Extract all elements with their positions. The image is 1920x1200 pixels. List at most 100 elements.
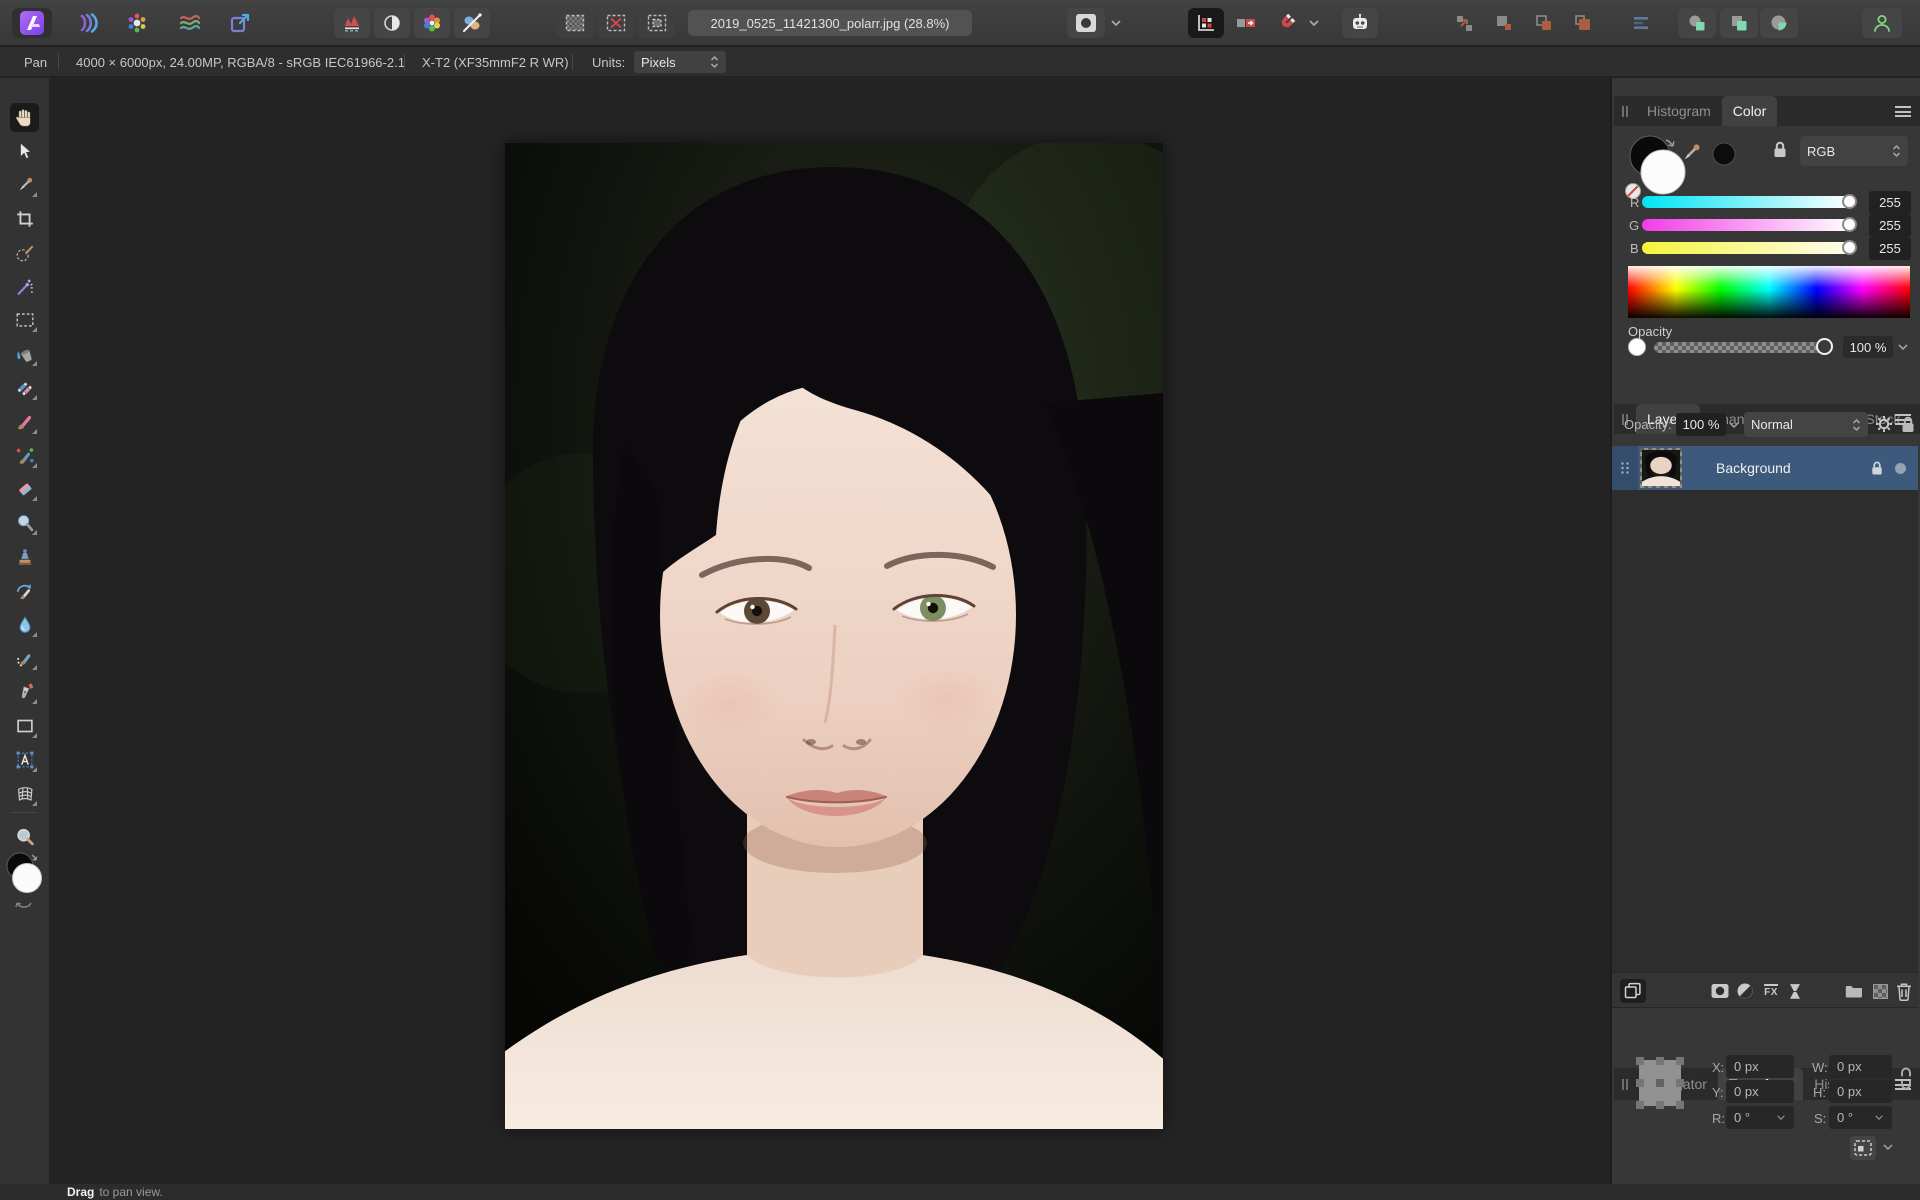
- force-pixel-alignment-button[interactable]: [1188, 8, 1224, 38]
- move-whole-pixels-button[interactable]: [1228, 8, 1264, 38]
- rectangular-marquee-tool[interactable]: [10, 305, 39, 334]
- layer-visibility-dot[interactable]: [1895, 463, 1906, 474]
- slider-r-value[interactable]: 255: [1869, 191, 1911, 214]
- undo-brush-tool[interactable]: [10, 576, 39, 605]
- quick-mask-button[interactable]: [1067, 8, 1105, 38]
- chevron-down-icon[interactable]: [1728, 421, 1740, 429]
- document-title-pill[interactable]: 2019_0525_11421300_polarr.jpg (28.8%): [688, 10, 972, 36]
- adjustment-layer-button[interactable]: [1732, 979, 1758, 1003]
- opacity-track[interactable]: [1654, 342, 1830, 353]
- fg-bg-color-swatches[interactable]: [1620, 130, 1740, 200]
- dodge-brush-tool[interactable]: [10, 508, 39, 537]
- opacity-value[interactable]: 100 %: [1843, 336, 1893, 358]
- paint-brush-tool[interactable]: [10, 407, 39, 436]
- color-replacement-brush-tool[interactable]: [10, 441, 39, 470]
- move-to-back-button[interactable]: [1447, 8, 1481, 38]
- link-dimensions-icon[interactable]: [1900, 1066, 1912, 1092]
- layers-list-empty-area[interactable]: [1612, 490, 1918, 972]
- quick-mask-dropdown[interactable]: [1107, 8, 1125, 38]
- color-spectrum-picker[interactable]: [1628, 266, 1910, 318]
- transform-origin-button[interactable]: [1850, 1136, 1876, 1160]
- forward-one-button[interactable]: [1527, 8, 1561, 38]
- snapping-dropdown[interactable]: [1305, 8, 1323, 38]
- invert-button[interactable]: [1782, 979, 1808, 1003]
- invert-selection-button[interactable]: [639, 8, 675, 38]
- slider-g-track[interactable]: [1642, 219, 1852, 231]
- hamburger-menu-icon[interactable]: [1895, 106, 1911, 117]
- deselect-button[interactable]: [598, 8, 634, 38]
- delete-layer-button[interactable]: [1891, 979, 1917, 1003]
- gear-icon[interactable]: [1874, 414, 1894, 434]
- s-field[interactable]: 0 °: [1829, 1106, 1892, 1129]
- tone-mapping-persona-button[interactable]: [119, 8, 155, 38]
- tab-histogram[interactable]: Histogram: [1636, 96, 1722, 126]
- pen-tool[interactable]: [10, 677, 39, 706]
- auto-levels-button[interactable]: [334, 8, 370, 38]
- mesh-warp-tool[interactable]: [10, 779, 39, 808]
- slider-g-value[interactable]: 255: [1869, 214, 1911, 237]
- layers-opacity-value[interactable]: 100 %: [1676, 413, 1726, 436]
- document-photo[interactable]: [505, 143, 1163, 1129]
- layer-row-background[interactable]: Background: [1612, 446, 1918, 490]
- blur-tool[interactable]: [10, 610, 39, 639]
- smudge-tool[interactable]: [10, 643, 39, 672]
- geometry-add-button[interactable]: [1678, 8, 1716, 38]
- compare-snapshots-button[interactable]: [1620, 979, 1646, 1003]
- liquify-persona-button[interactable]: [172, 8, 208, 38]
- h-field[interactable]: 0 px: [1829, 1080, 1892, 1103]
- live-filter-button[interactable]: FX: [1758, 979, 1784, 1003]
- panel-drag-handle[interactable]: [1622, 106, 1630, 117]
- slider-b-value[interactable]: 255: [1869, 237, 1911, 260]
- lock-icon[interactable]: [1772, 140, 1788, 160]
- y-field[interactable]: 0 px: [1726, 1080, 1794, 1103]
- flood-select-tool[interactable]: [10, 272, 39, 301]
- slider-b-track[interactable]: [1642, 242, 1852, 254]
- move-tool[interactable]: [10, 136, 39, 165]
- chevron-down-icon[interactable]: [1882, 1143, 1894, 1151]
- slider-r-knob[interactable]: [1842, 194, 1857, 209]
- opacity-knob[interactable]: [1816, 338, 1833, 355]
- mask-layer-button[interactable]: [1707, 979, 1733, 1003]
- layer-drag-grip[interactable]: [1612, 446, 1638, 490]
- slider-g-knob[interactable]: [1842, 217, 1857, 232]
- layer-lock-icon[interactable]: [1870, 460, 1884, 477]
- view-tool[interactable]: [10, 103, 39, 132]
- alignment-button[interactable]: [1624, 8, 1658, 38]
- assistant-button[interactable]: [1342, 8, 1378, 38]
- back-one-button[interactable]: [1487, 8, 1521, 38]
- develop-persona-button[interactable]: [69, 8, 105, 38]
- units-select[interactable]: Pixels: [634, 51, 726, 73]
- crop-tool[interactable]: [10, 204, 39, 233]
- color-well[interactable]: [2, 848, 47, 938]
- canvas-viewport[interactable]: [49, 78, 1610, 1184]
- move-to-front-button[interactable]: [1566, 8, 1600, 38]
- select-all-button[interactable]: [557, 8, 593, 38]
- clone-stamp-tool[interactable]: [10, 542, 39, 571]
- geometry-intersect-button[interactable]: [1760, 8, 1798, 38]
- new-pixel-layer-button[interactable]: [1867, 979, 1893, 1003]
- geometry-subtract-button[interactable]: [1720, 8, 1758, 38]
- auto-contrast-button[interactable]: [374, 8, 410, 38]
- gradient-tool[interactable]: [10, 373, 39, 402]
- group-layers-button[interactable]: [1841, 979, 1867, 1003]
- color-picker-tool[interactable]: [10, 170, 39, 199]
- export-persona-button[interactable]: [222, 8, 258, 38]
- layer-thumbnail-frame[interactable]: [1640, 448, 1682, 488]
- blend-mode-select[interactable]: Normal: [1744, 412, 1868, 437]
- selection-brush-tool[interactable]: [10, 238, 39, 267]
- transform-anchor-selector[interactable]: [1639, 1060, 1681, 1106]
- tab-color[interactable]: Color: [1722, 96, 1777, 126]
- w-field[interactable]: 0 px: [1829, 1055, 1892, 1078]
- account-button[interactable]: [1862, 8, 1902, 38]
- text-tool[interactable]: [10, 745, 39, 774]
- x-field[interactable]: 0 px: [1726, 1055, 1794, 1078]
- color-mode-select[interactable]: RGB: [1800, 136, 1908, 166]
- auto-colour-button[interactable]: [414, 8, 450, 38]
- rectangle-shape-tool[interactable]: [10, 711, 39, 740]
- affinity-photo-logo-button[interactable]: [12, 8, 52, 38]
- slider-b-knob[interactable]: [1842, 240, 1857, 255]
- lock-icon[interactable]: [1900, 415, 1916, 435]
- slider-r-track[interactable]: [1642, 196, 1852, 208]
- snapping-button[interactable]: [1268, 8, 1304, 38]
- zoom-tool[interactable]: [10, 822, 39, 851]
